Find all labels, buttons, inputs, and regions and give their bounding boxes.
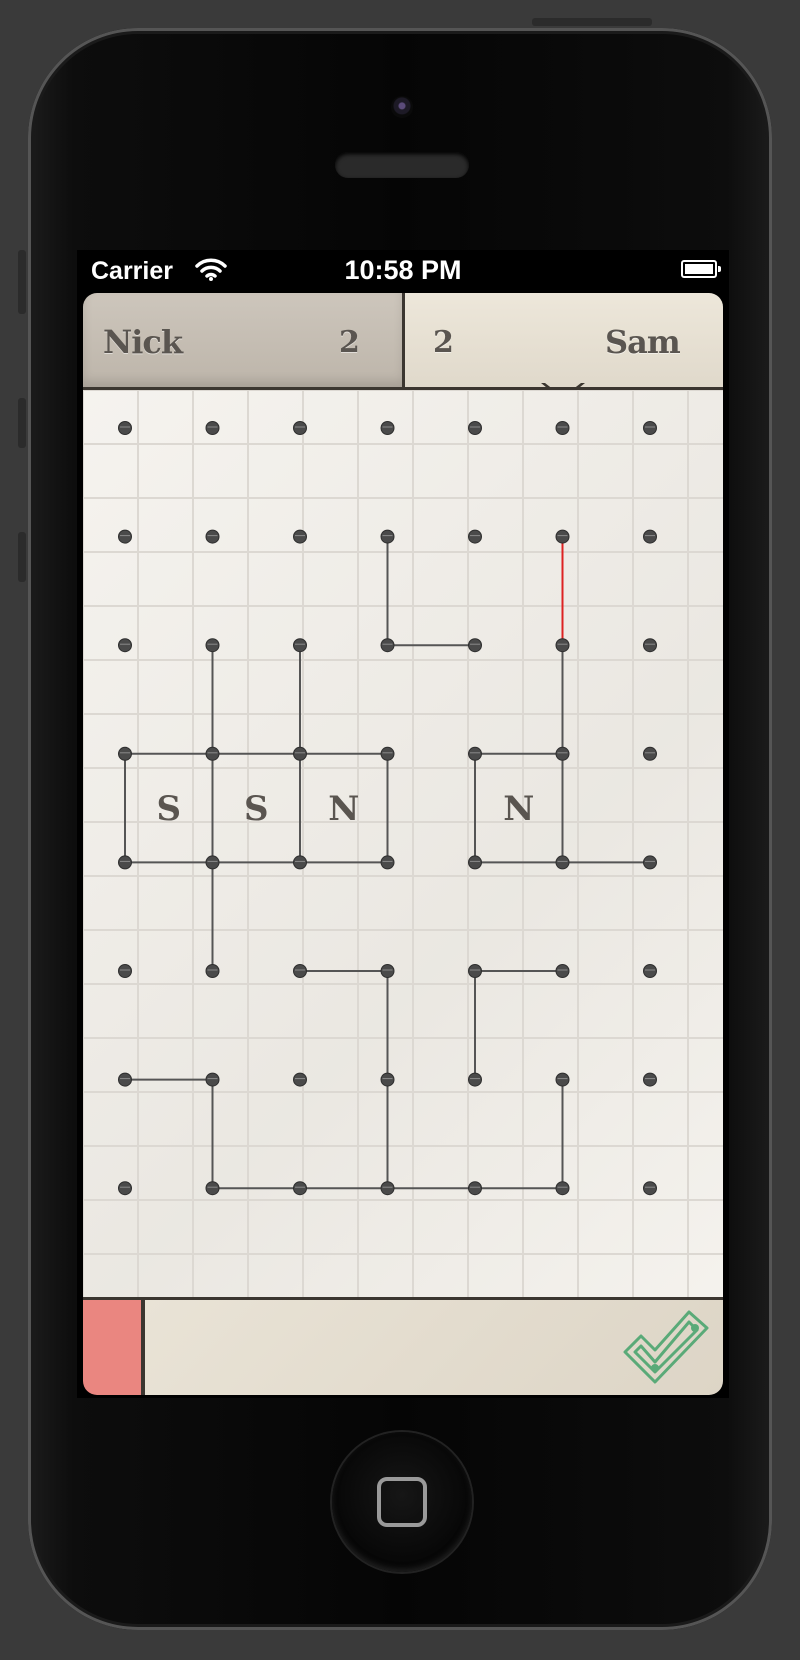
grid-dot[interactable] — [118, 1072, 132, 1087]
grid-dot[interactable] — [118, 964, 132, 978]
grid-dot[interactable] — [643, 529, 657, 544]
board-canvas[interactable]: SSNN — [83, 390, 723, 1300]
earpiece-speaker — [335, 152, 469, 178]
player-name-left: Nick — [103, 323, 183, 361]
grid-dot[interactable] — [293, 1072, 307, 1087]
grid-dot[interactable] — [205, 638, 220, 653]
grid-dot[interactable] — [643, 1072, 657, 1087]
bottom-toolbar — [83, 1297, 723, 1395]
grid-dot[interactable] — [555, 1072, 570, 1087]
checkmark-icon — [623, 1310, 709, 1384]
power-button — [532, 18, 652, 26]
grid-dot[interactable] — [643, 1181, 657, 1196]
grid-dot[interactable] — [643, 421, 657, 435]
grid-dot[interactable] — [468, 421, 482, 435]
grid-dot[interactable] — [380, 746, 395, 761]
grid-dot[interactable] — [468, 746, 482, 761]
grid-dot[interactable] — [555, 638, 570, 653]
grid-dot[interactable] — [555, 964, 570, 978]
grid-dot[interactable] — [643, 638, 657, 653]
player-name-right: Sam — [605, 323, 681, 361]
grid-dot[interactable] — [555, 529, 570, 544]
grid-dot[interactable] — [380, 1072, 395, 1087]
battery-icon — [681, 260, 721, 278]
volume-down-button — [18, 532, 26, 582]
scoreboard: Nick 2 2 Sam — [83, 293, 723, 401]
grid-dot[interactable] — [205, 1181, 220, 1196]
grid-dot[interactable] — [205, 855, 220, 870]
grid-dot[interactable] — [380, 964, 395, 978]
game-board[interactable]: SSNN — [83, 387, 723, 1300]
grid-dot[interactable] — [555, 855, 570, 870]
grid-dot[interactable] — [468, 1072, 482, 1087]
grid-dot[interactable] — [205, 746, 220, 761]
grid-dot[interactable] — [468, 1181, 482, 1196]
submit-move-button[interactable] — [619, 1306, 711, 1386]
grid-dot[interactable] — [380, 421, 395, 435]
grid-dot[interactable] — [118, 529, 132, 544]
grid-dot[interactable] — [293, 855, 307, 870]
grid-dot[interactable] — [293, 1181, 307, 1196]
grid-dot[interactable] — [555, 1181, 570, 1196]
screen: Carrier 10:58 PM Nick 2 2 Sam S S N N — [77, 250, 729, 1398]
player-panel-nick: Nick 2 — [83, 293, 403, 387]
grid-dot[interactable] — [555, 746, 570, 761]
grid-dot[interactable] — [643, 746, 657, 761]
grid-dot[interactable] — [643, 855, 657, 870]
grid-dot[interactable] — [468, 855, 482, 870]
player-score-left: 2 — [339, 325, 360, 360]
mute-switch — [18, 250, 26, 314]
grid-dot[interactable] — [118, 421, 132, 435]
grid-dot[interactable] — [380, 638, 395, 653]
box-owner-label: S — [244, 789, 269, 829]
grid-dot[interactable] — [293, 746, 307, 761]
grid-dot[interactable] — [205, 421, 220, 435]
grid-dot[interactable] — [118, 746, 132, 761]
status-time: 10:58 PM — [344, 255, 462, 285]
grid-dot[interactable] — [380, 529, 395, 544]
home-button[interactable] — [332, 1432, 472, 1572]
grid-dot[interactable] — [118, 638, 132, 653]
grid-dot[interactable] — [205, 1072, 220, 1087]
status-bar: Carrier 10:58 PM — [77, 250, 729, 290]
grid-dot[interactable] — [205, 529, 220, 544]
grid-dot[interactable] — [118, 1181, 132, 1196]
player-panel-sam: 2 Sam — [405, 293, 723, 387]
grid-dot[interactable] — [293, 638, 307, 653]
front-camera — [391, 96, 413, 118]
grid-dot[interactable] — [380, 855, 395, 870]
grid-dot[interactable] — [555, 421, 570, 435]
grid-dot[interactable] — [468, 529, 482, 544]
box-owner-label: S — [156, 789, 181, 829]
grid-dot[interactable] — [118, 855, 132, 870]
volume-up-button — [18, 398, 26, 448]
box-owner-label: N — [503, 789, 534, 829]
box-owner-label: N — [328, 789, 359, 829]
player-score-right: 2 — [433, 325, 454, 360]
grid-dot[interactable] — [293, 529, 307, 544]
player-color-swatch — [83, 1300, 145, 1395]
grid-dot[interactable] — [205, 964, 220, 978]
grid-dot[interactable] — [643, 964, 657, 978]
grid-dot[interactable] — [293, 421, 307, 435]
grid-dot[interactable] — [468, 638, 482, 653]
grid-dot[interactable] — [468, 964, 482, 978]
grid-dot[interactable] — [293, 964, 307, 978]
grid-dot[interactable] — [380, 1181, 395, 1196]
